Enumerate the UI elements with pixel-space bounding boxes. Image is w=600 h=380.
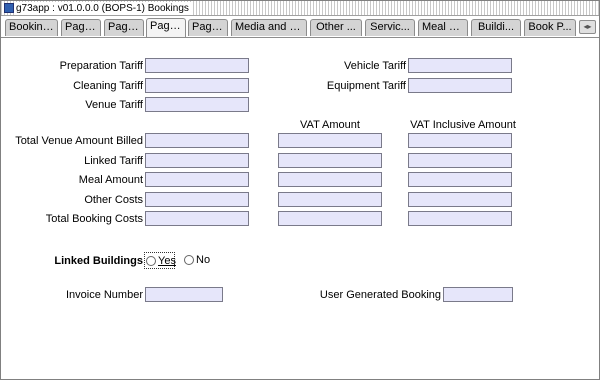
preparation-tariff-field[interactable] — [145, 58, 249, 73]
equipment-tariff-field[interactable] — [408, 78, 512, 93]
app-icon — [4, 3, 14, 13]
total-booking-costs-field[interactable] — [145, 211, 249, 226]
user-generated-booking-label: User Generated Booking — [319, 289, 441, 301]
linked-buildings-no-option[interactable]: No — [184, 252, 214, 269]
vehicle-tariff-label: Vehicle Tariff — [344, 60, 406, 72]
tab-meal-bookings[interactable]: Meal B... — [418, 19, 468, 36]
window-title: g73app : v01.0.0.0 (BOPS-1) Bookings — [16, 2, 193, 15]
vat-inclusive-amount-column-header: VAT Inclusive Amount — [410, 119, 516, 131]
other-costs-vat-field[interactable] — [278, 192, 382, 207]
venue-tariff-label: Venue Tariff — [85, 99, 143, 111]
total-venue-amount-billed-field[interactable] — [145, 133, 249, 148]
title-bar[interactable]: g73app : v01.0.0.0 (BOPS-1) Bookings — [1, 1, 599, 16]
tab-media-and-vehicles[interactable]: Media and Ve... — [231, 19, 307, 36]
other-costs-field[interactable] — [145, 192, 249, 207]
vat-amount-column-header: VAT Amount — [300, 119, 360, 131]
other-costs-label: Other Costs — [84, 194, 143, 206]
meal-amount-label: Meal Amount — [78, 174, 143, 186]
total-venue-amount-billed-vat-inclusive-field[interactable] — [408, 133, 512, 148]
user-generated-booking-field[interactable] — [443, 287, 513, 302]
cleaning-tariff-label: Cleaning Tariff — [73, 80, 143, 92]
tab-other[interactable]: Other ... — [310, 19, 362, 36]
other-costs-vat-inclusive-field[interactable] — [408, 192, 512, 207]
linked-tariff-field[interactable] — [145, 153, 249, 168]
total-booking-costs-vat-inclusive-field[interactable] — [408, 211, 512, 226]
total-booking-costs-vat-field[interactable] — [278, 211, 382, 226]
equipment-tariff-label: Equipment Tariff — [326, 80, 406, 92]
linked-buildings-yes-label: Yes — [158, 255, 176, 267]
meal-amount-field[interactable] — [145, 172, 249, 187]
tab-page-4[interactable]: Page 4 — [146, 18, 186, 37]
tab-page-5[interactable]: Page 5 — [188, 19, 228, 36]
total-venue-amount-billed-label: Total Venue Amount Billed — [15, 135, 143, 147]
linked-tariff-vat-inclusive-field[interactable] — [408, 153, 512, 168]
linked-tariff-label: Linked Tariff — [84, 155, 143, 167]
linked-buildings-no-radio[interactable] — [184, 255, 194, 265]
invoice-number-label: Invoice Number — [65, 289, 143, 301]
tab-bookings[interactable]: Bookings — [5, 19, 58, 36]
preparation-tariff-label: Preparation Tariff — [59, 60, 143, 72]
tab-page-2[interactable]: Page 2 — [61, 19, 101, 36]
bookings-window: g73app : v01.0.0.0 (BOPS-1) Bookings Boo… — [0, 0, 600, 380]
meal-amount-vat-inclusive-field[interactable] — [408, 172, 512, 187]
venue-tariff-field[interactable] — [145, 97, 249, 112]
tab-bar: Bookings Page 2 Page 3 Page 4 Page 5 Med… — [1, 17, 599, 37]
tab-buildings[interactable]: Buildi... — [471, 19, 521, 36]
cleaning-tariff-field[interactable] — [145, 78, 249, 93]
linked-buildings-label: Linked Buildings — [54, 255, 143, 267]
total-booking-costs-label: Total Booking Costs — [45, 213, 143, 225]
linked-tariff-vat-field[interactable] — [278, 153, 382, 168]
tab-scroll-arrows-icon[interactable]: ◂▸ — [579, 20, 596, 34]
invoice-number-field[interactable] — [145, 287, 223, 302]
tab-page-3[interactable]: Page 3 — [104, 19, 144, 36]
linked-buildings-yes-option[interactable]: Yes — [144, 252, 176, 269]
tab-book-p[interactable]: Book P... — [524, 19, 576, 36]
vehicle-tariff-field[interactable] — [408, 58, 512, 73]
linked-buildings-no-label: No — [196, 254, 211, 266]
page-4-panel: Preparation Tariff Cleaning Tariff Venue… — [1, 37, 599, 379]
total-venue-amount-billed-vat-field[interactable] — [278, 133, 382, 148]
tab-services[interactable]: Servic... — [365, 19, 415, 36]
linked-buildings-yes-radio[interactable] — [146, 256, 156, 266]
meal-amount-vat-field[interactable] — [278, 172, 382, 187]
